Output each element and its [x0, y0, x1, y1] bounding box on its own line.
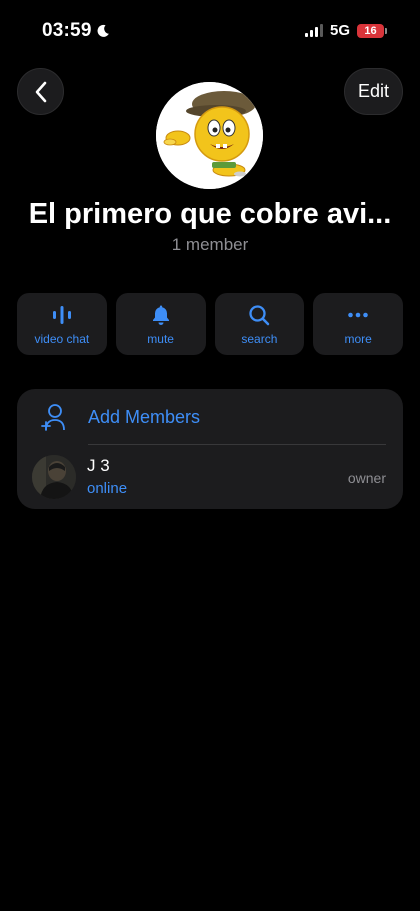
video-chat-label: video chat: [34, 331, 90, 346]
network-type: 5G: [329, 22, 350, 39]
moon-icon: [97, 24, 109, 37]
mute-button[interactable]: mute: [115, 293, 206, 355]
add-person-icon: [41, 404, 65, 431]
group-title: El primero que cobre avi...: [28, 198, 392, 230]
more-label: more: [344, 331, 372, 346]
members-card: Add Members J 3 online owner: [17, 389, 403, 509]
status-time: 03:59: [42, 20, 110, 42]
member-avatar: [32, 455, 76, 499]
member-count: 1 member: [171, 235, 249, 254]
add-members-row[interactable]: Add Members: [17, 389, 403, 445]
add-members-label: Add Members: [88, 407, 201, 427]
smiley-with-money-icon: [156, 82, 263, 189]
member-name: J 3: [87, 456, 110, 475]
chevron-left-icon: [35, 81, 46, 102]
battery-icon: 16: [357, 23, 387, 38]
search-button[interactable]: search: [214, 293, 305, 355]
action-bar: video chat mute search more: [17, 293, 403, 355]
member-status: online: [87, 480, 128, 497]
back-button[interactable]: [17, 68, 64, 115]
more-button[interactable]: more: [313, 293, 403, 355]
bell-icon: [152, 305, 169, 325]
video-chat-button[interactable]: video chat: [17, 293, 107, 355]
member-row[interactable]: J 3 online owner: [17, 445, 403, 509]
edit-button[interactable]: Edit: [344, 68, 403, 115]
search-icon: [249, 304, 270, 325]
group-avatar[interactable]: [156, 82, 263, 189]
ellipsis-icon: [348, 312, 368, 317]
waveform-icon: [52, 305, 71, 324]
person-photo-icon: [32, 455, 76, 499]
status-indicators: 5G 16: [304, 22, 387, 39]
battery-level: 16: [364, 24, 377, 37]
mute-label: mute: [147, 331, 174, 346]
signal-icon: [304, 24, 323, 37]
status-bar: 03:59 5G 16: [0, 0, 420, 60]
time-text: 03:59: [42, 20, 92, 41]
search-label: search: [241, 331, 278, 346]
member-role: owner: [347, 470, 386, 486]
